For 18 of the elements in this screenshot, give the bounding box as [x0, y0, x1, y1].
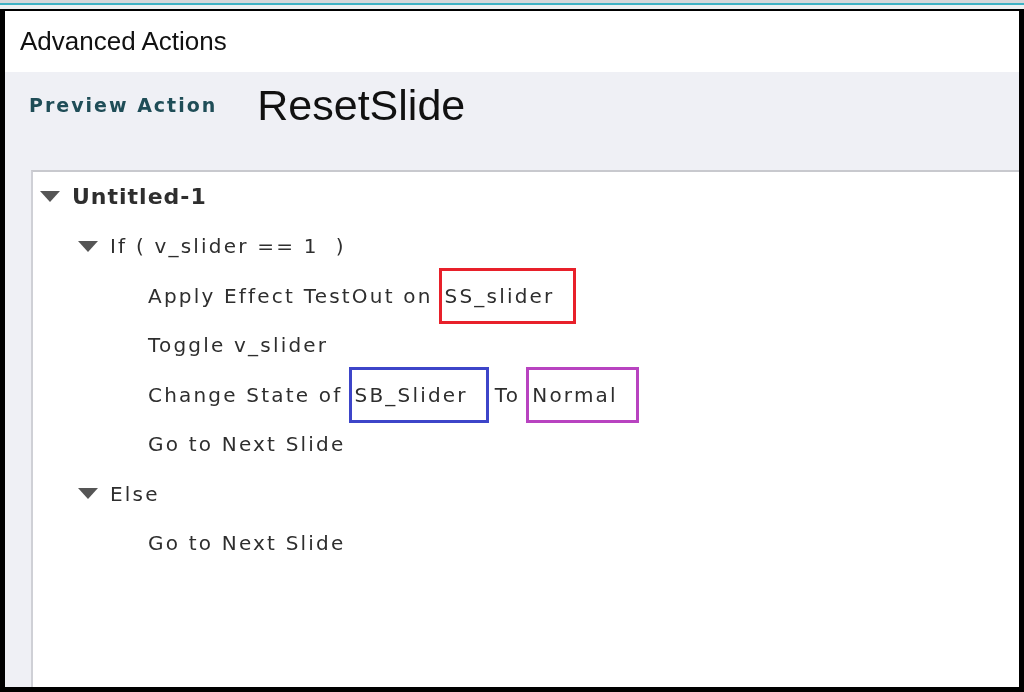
action-text: Go to Next Slide [148, 531, 346, 556]
highlighted-term: Normal [526, 366, 639, 423]
window-title: Advanced Actions [20, 26, 227, 57]
action-text: Toggle v_slider [148, 333, 329, 358]
tree-node-label: If ( v_slider == 1 ) [110, 234, 346, 259]
action-text: To [494, 382, 521, 407]
tree-node-label: Untitled-1 [72, 183, 207, 210]
action-text: Change State of [148, 382, 343, 407]
action-text: Go to Next Slide [148, 432, 346, 457]
highlighted-term: SB_Slider [348, 366, 489, 423]
caret-down-icon[interactable] [78, 240, 98, 252]
action-text: Apply Effect TestOut on [148, 283, 433, 308]
tree-node-label: Else [110, 481, 160, 506]
preview-action-label: Preview Action [29, 94, 218, 116]
action-name: ResetSlide [257, 80, 466, 130]
caret-down-icon[interactable] [78, 488, 98, 500]
highlighted-term: SS_slider [438, 267, 576, 324]
caret-down-icon[interactable] [40, 191, 60, 203]
